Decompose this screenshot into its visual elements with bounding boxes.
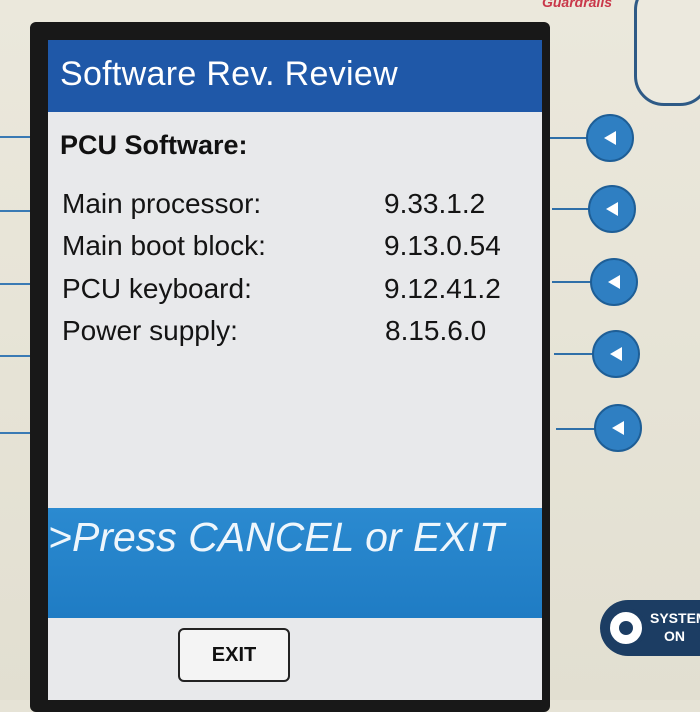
triangle-left-icon — [606, 202, 618, 216]
side-button-2[interactable] — [588, 185, 636, 233]
row-label-pcu-keyboard: PCU keyboard: — [62, 273, 252, 304]
display-screen: Software Rev. Review PCU Software: Main … — [48, 40, 542, 700]
triangle-left-icon — [604, 131, 616, 145]
row-label-main-boot-block: Main boot block: — [62, 230, 266, 261]
left-tick-mark — [0, 432, 32, 434]
system-on-label-line2: ON — [664, 628, 685, 644]
row-value-pcu-keyboard: 9.12.41.2 — [384, 273, 501, 304]
triangle-left-icon — [612, 421, 624, 435]
row-value-main-boot-block: 9.13.0.54 — [384, 230, 501, 261]
softkey-area: EXIT — [48, 618, 542, 700]
side-button-4[interactable] — [592, 330, 640, 378]
triangle-left-icon — [610, 347, 622, 361]
screen-title: Software Rev. Review — [48, 40, 542, 112]
left-tick-mark — [0, 355, 32, 357]
row-value-power-supply: 8.15.6.0 — [385, 315, 487, 346]
left-tick-mark — [0, 136, 32, 138]
message-bar: >Press CANCEL or EXIT — [48, 508, 542, 618]
brand-label: Guardrails — [541, 0, 612, 10]
exit-button[interactable]: EXIT — [178, 628, 290, 682]
left-tick-mark — [0, 210, 32, 212]
side-button-5[interactable] — [594, 404, 642, 452]
button-connector-line — [550, 137, 590, 139]
infusion-device: Guardrails Software Rev. Review PCU Soft… — [0, 0, 700, 712]
left-tick-mark — [0, 283, 32, 285]
system-on-button[interactable]: SYSTEM ON — [600, 600, 700, 656]
device-housing-notch — [634, 0, 700, 106]
button-connector-line — [552, 281, 594, 283]
message-text: >Press CANCEL or EXIT — [48, 514, 505, 560]
side-button-3[interactable] — [590, 258, 638, 306]
side-button-1[interactable] — [586, 114, 634, 162]
section-title: PCU Software: — [60, 130, 248, 160]
row-label-main-processor: Main processor: — [62, 188, 262, 219]
button-connector-line — [556, 428, 598, 430]
row-value-main-processor: 9.33.1.2 — [384, 188, 486, 219]
row-label-power-supply: Power supply: — [62, 315, 238, 346]
button-connector-line — [552, 208, 592, 210]
power-ring-icon — [606, 608, 646, 648]
button-connector-line — [554, 353, 596, 355]
system-on-label-line1: SYSTEM — [650, 610, 700, 626]
triangle-left-icon — [608, 275, 620, 289]
